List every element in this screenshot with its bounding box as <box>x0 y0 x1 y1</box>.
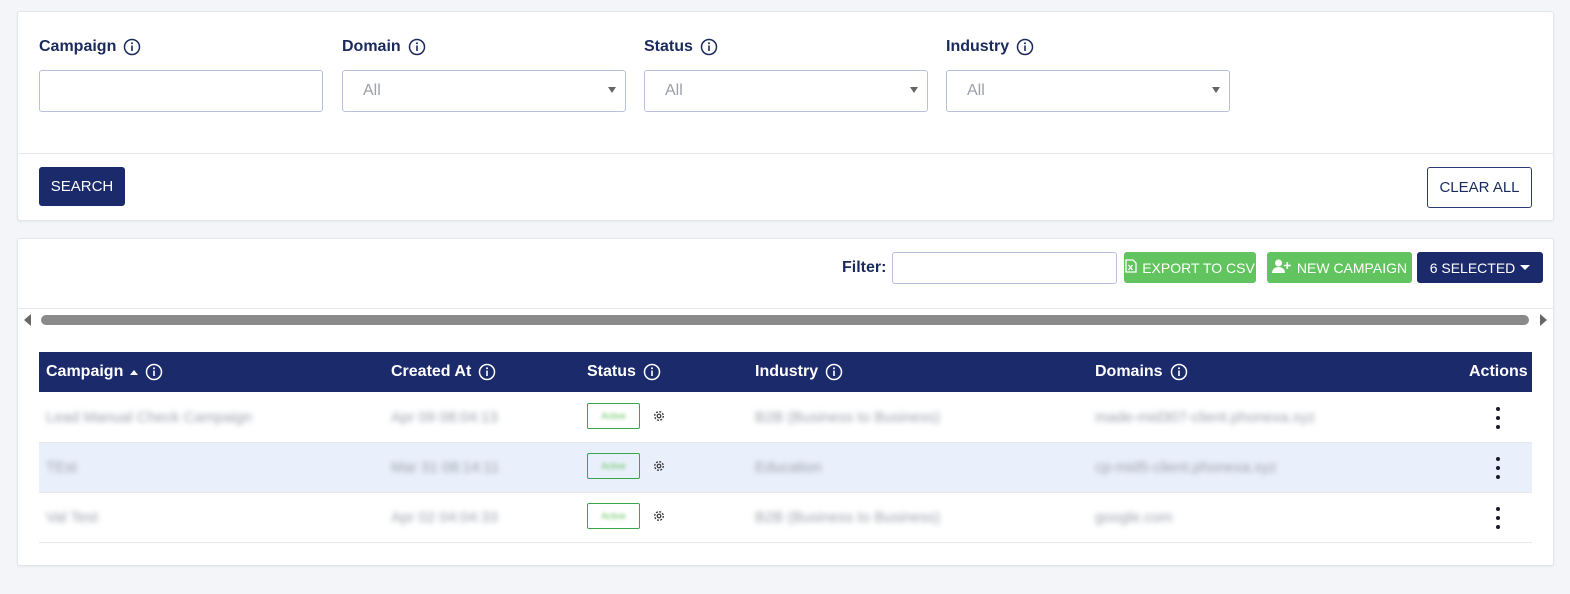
created-at-cell: Mar 31 08:14:11 <box>391 459 500 476</box>
campaign-filter-label: Campaign <box>39 38 117 55</box>
more-actions-icon[interactable] <box>1488 507 1508 529</box>
domain-select-value: All <box>363 82 381 99</box>
table-row[interactable]: Val Test Apr 02 04:04:33 Active B2B (Bus… <box>39 493 1532 543</box>
created-at-cell: Apr 02 04:04:33 <box>391 509 498 526</box>
column-header-campaign[interactable]: Campaign <box>46 352 163 392</box>
export-csv-label: EXPORT TO CSV <box>1142 259 1255 276</box>
created-at-cell: Apr 09 08:04:13 <box>391 409 498 426</box>
status-filter: Status All <box>644 36 928 112</box>
status-badge-label: Active <box>601 461 626 471</box>
column-header-label: Status <box>587 363 636 380</box>
export-csv-button[interactable]: EXPORT TO CSV <box>1124 252 1256 283</box>
column-header-status[interactable]: Status <box>587 352 661 392</box>
industry-filter-label: Industry <box>946 38 1010 55</box>
column-header-label: Created At <box>391 363 472 380</box>
column-header-industry[interactable]: Industry <box>755 352 843 392</box>
scroll-right-arrow-icon[interactable] <box>1540 314 1547 326</box>
column-header-domains[interactable]: Domains <box>1095 352 1188 392</box>
more-actions-icon[interactable] <box>1488 407 1508 429</box>
status-select[interactable]: All <box>644 70 928 112</box>
column-header-actions: Actions <box>1469 352 1528 392</box>
industry-filter: Industry All <box>946 36 1230 112</box>
industry-select-value: All <box>967 82 985 99</box>
status-select-value: All <box>665 82 683 99</box>
columns-selected-label: 6 SELECTED <box>1429 259 1516 276</box>
column-header-label: Domains <box>1095 363 1163 380</box>
domains-cell: cp-mid5-client.phonexa.xyz <box>1095 459 1277 476</box>
status-cell: Active <box>587 403 666 429</box>
clear-all-button[interactable]: CLEAR ALL <box>1427 167 1532 208</box>
info-icon[interactable] <box>478 363 496 381</box>
search-panel: Campaign Domain All Status All Industry <box>17 11 1554 221</box>
search-button[interactable]: SEARCH <box>39 167 125 206</box>
column-header-label: Industry <box>755 363 819 380</box>
info-icon[interactable] <box>408 38 426 56</box>
filter-label: Filter: <box>842 259 887 276</box>
chevron-down-icon <box>608 87 616 93</box>
domain-filter-label: Domain <box>342 38 401 55</box>
status-badge: Active <box>587 503 640 529</box>
status-filter-label: Status <box>644 38 693 55</box>
domain-select[interactable]: All <box>342 70 626 112</box>
scroll-left-arrow-icon[interactable] <box>24 314 31 326</box>
info-icon[interactable] <box>145 363 163 381</box>
filter-input[interactable] <box>892 252 1117 284</box>
table-row[interactable]: Lead Manual Check Campaign Apr 09 08:04:… <box>39 393 1532 443</box>
campaigns-panel: Filter: EXPORT TO CSV NEW CAMPAIGN 6 SEL… <box>17 238 1554 566</box>
sort-ascending-icon <box>130 369 139 375</box>
divider <box>18 308 1553 309</box>
info-icon[interactable] <box>700 38 718 56</box>
industry-cell: B2B (Business to Business) <box>755 509 941 526</box>
status-cell: Active <box>587 503 666 529</box>
industry-cell: Education <box>755 459 822 476</box>
gear-icon[interactable] <box>652 459 666 473</box>
status-badge: Active <box>587 453 640 479</box>
new-campaign-label: NEW CAMPAIGN <box>1296 259 1408 276</box>
chevron-down-icon <box>1212 87 1220 93</box>
divider <box>18 153 1553 154</box>
more-actions-icon[interactable] <box>1488 457 1508 479</box>
info-icon[interactable] <box>1170 363 1188 381</box>
info-icon[interactable] <box>123 38 141 56</box>
gear-icon[interactable] <box>652 509 666 523</box>
user-plus-icon <box>1271 259 1292 277</box>
info-icon[interactable] <box>1016 38 1034 56</box>
horizontal-scrollbar[interactable] <box>41 315 1529 325</box>
campaign-cell[interactable]: Val Test <box>46 493 98 542</box>
industry-cell: B2B (Business to Business) <box>755 409 941 426</box>
status-badge-label: Active <box>601 411 626 421</box>
caret-down-icon <box>1520 265 1531 270</box>
domain-filter: Domain All <box>342 36 626 112</box>
status-cell: Active <box>587 453 666 479</box>
status-badge: Active <box>587 403 640 429</box>
campaign-input-box[interactable] <box>39 70 323 112</box>
campaign-cell[interactable]: TEst <box>46 443 77 492</box>
chevron-down-icon <box>910 87 918 93</box>
table-row[interactable]: TEst Mar 31 08:14:11 Active Education cp… <box>39 443 1532 493</box>
info-icon[interactable] <box>643 363 661 381</box>
industry-select[interactable]: All <box>946 70 1230 112</box>
column-header-label: Actions <box>1469 363 1528 380</box>
table-header: Campaign Created At Status Industry Doma… <box>39 352 1532 392</box>
gear-icon[interactable] <box>652 409 666 423</box>
campaign-cell[interactable]: Lead Manual Check Campaign <box>46 393 252 442</box>
domains-cell: made-mid307-client.phonexa.xyz <box>1095 409 1316 426</box>
columns-selected-dropdown[interactable]: 6 SELECTED <box>1417 252 1543 283</box>
domains-cell: google.com <box>1095 509 1173 526</box>
new-campaign-button[interactable]: NEW CAMPAIGN <box>1267 252 1412 283</box>
file-excel-icon <box>1125 259 1137 276</box>
campaign-filter: Campaign <box>39 36 323 112</box>
status-badge-label: Active <box>601 511 626 521</box>
info-icon[interactable] <box>825 363 843 381</box>
column-header-created-at[interactable]: Created At <box>391 352 496 392</box>
column-header-label: Campaign <box>46 363 124 380</box>
campaign-input[interactable] <box>60 71 322 111</box>
